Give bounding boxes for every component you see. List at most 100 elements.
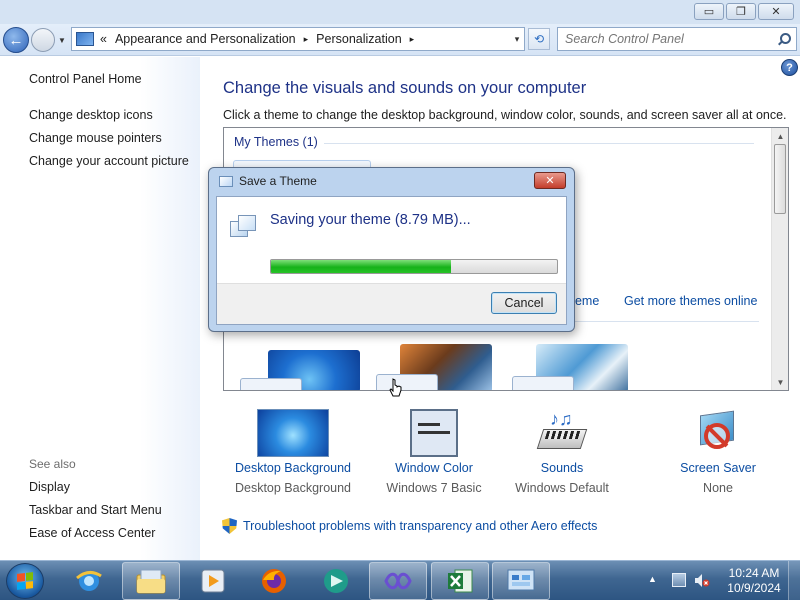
- help-icon[interactable]: ?: [781, 59, 798, 76]
- window-controls: ▭ ❐ ✕: [694, 3, 794, 20]
- start-button[interactable]: [6, 563, 44, 599]
- sidebar-display[interactable]: Display: [29, 480, 70, 494]
- scroll-up-icon[interactable]: ▲: [772, 128, 788, 144]
- breadcrumb-overflow[interactable]: «: [100, 32, 107, 46]
- see-also-heading: See also: [29, 457, 76, 471]
- get-more-themes-link[interactable]: Get more themes online: [624, 294, 757, 308]
- breadcrumb-personalization[interactable]: Personalization: [316, 32, 401, 46]
- theme-item-architecture[interactable]: [376, 344, 492, 390]
- window-color-label[interactable]: Window Color: [369, 461, 499, 475]
- desktop-background-tile[interactable]: Desktop Background Desktop Background: [228, 409, 358, 495]
- windows-logo-icon: [17, 572, 33, 590]
- my-themes-heading: My Themes (1): [234, 135, 318, 149]
- progress-fill: [271, 260, 452, 273]
- screen-saver-tile[interactable]: Screen Saver None: [653, 409, 783, 495]
- close-button[interactable]: ✕: [758, 3, 794, 20]
- window-color-tile[interactable]: Window Color Windows 7 Basic: [369, 409, 499, 495]
- taskbar-firefox[interactable]: [245, 562, 303, 600]
- address-dropdown-icon[interactable]: ▾: [510, 34, 524, 45]
- search-input[interactable]: [565, 32, 765, 46]
- dialog-titlebar: Save a Theme: [219, 174, 317, 188]
- cancel-button[interactable]: Cancel: [491, 292, 557, 314]
- theme-swatch: [376, 374, 438, 390]
- troubleshoot-row[interactable]: Troubleshoot problems with transparency …: [222, 518, 597, 534]
- window-color-value: Windows 7 Basic: [386, 481, 482, 495]
- volume-muted-icon[interactable]: [694, 573, 710, 588]
- clock-date: 10/9/2024: [727, 581, 781, 595]
- search-box[interactable]: [557, 27, 797, 51]
- save-theme-dialog: Save a Theme ✕ Saving your theme (8.79 M…: [208, 167, 575, 332]
- screen-saver-icon: [694, 409, 742, 457]
- breadcrumb-chevron-icon[interactable]: ▸: [410, 34, 415, 45]
- screen-saver-label[interactable]: Screen Saver: [653, 461, 783, 475]
- troubleshoot-aero-link[interactable]: Troubleshoot problems with transparency …: [243, 519, 597, 533]
- firefox-icon: [262, 569, 286, 593]
- sounds-tile[interactable]: ♪♫ Sounds Windows Default: [497, 409, 627, 495]
- internet-explorer-icon: [76, 571, 102, 591]
- save-theme-icon: [230, 213, 260, 239]
- dialog-close-button[interactable]: ✕: [534, 172, 566, 189]
- clock[interactable]: 10:24 AM 10/9/2024: [720, 566, 788, 596]
- theme-item-windows7[interactable]: [240, 350, 360, 390]
- desktop-background-label[interactable]: Desktop Background: [228, 461, 358, 475]
- taskbar-app[interactable]: [307, 562, 365, 600]
- visual-studio-icon: [384, 572, 412, 590]
- minimize-button[interactable]: ▭: [694, 3, 724, 20]
- taskbar-internet-explorer[interactable]: [60, 562, 118, 600]
- taskbar: ▲ 10:24 AM 10/9/2024: [0, 560, 800, 600]
- sidebar-change-account-picture[interactable]: Change your account picture: [29, 154, 189, 168]
- clock-time: 10:24 AM: [728, 566, 780, 580]
- media-player-icon: [201, 569, 225, 593]
- show-hidden-icons-icon[interactable]: ▲: [648, 574, 657, 584]
- desktop-background-value: Desktop Background: [234, 481, 352, 495]
- theme-list-scrollbar[interactable]: ▲ ▼: [771, 128, 788, 390]
- scroll-down-icon[interactable]: ▼: [772, 374, 788, 390]
- system-tray: ▲ 10:24 AM 10/9/2024: [630, 561, 800, 600]
- dialog-title: Save a Theme: [239, 174, 317, 188]
- sidebar-change-desktop-icons[interactable]: Change desktop icons: [29, 108, 153, 122]
- taskbar-excel[interactable]: [431, 562, 489, 600]
- desktop-background-icon: [257, 409, 329, 457]
- theme-window-icon: [219, 175, 233, 187]
- sounds-icon: ♪♫: [536, 409, 588, 457]
- maximize-button[interactable]: ❐: [726, 3, 756, 20]
- taskbar-media-player[interactable]: [184, 562, 242, 600]
- theme-item-nature[interactable]: [512, 344, 628, 390]
- history-dropdown-icon[interactable]: ▼: [58, 36, 66, 45]
- scrollbar-thumb[interactable]: [774, 144, 786, 214]
- dialog-footer: Cancel: [217, 283, 566, 324]
- breadcrumb: « Appearance and Personalization ▸ Perso…: [100, 32, 422, 46]
- mouse-cursor-icon: [389, 378, 402, 397]
- window-titlebar: ▭ ❐ ✕: [0, 0, 800, 24]
- saving-message: Saving your theme (8.79 MB)...: [270, 212, 471, 228]
- window-color-icon: [410, 409, 458, 457]
- sidebar-change-mouse-pointers[interactable]: Change mouse pointers: [29, 131, 162, 145]
- forward-button[interactable]: [31, 28, 55, 52]
- page-description: Click a theme to change the desktop back…: [223, 108, 787, 122]
- app-icon: [324, 569, 348, 593]
- breadcrumb-appearance[interactable]: Appearance and Personalization: [115, 32, 296, 46]
- breadcrumb-chevron-icon[interactable]: ▸: [304, 34, 309, 45]
- sidebar: Control Panel Home Change desktop icons …: [0, 57, 200, 560]
- show-desktop-button[interactable]: [788, 561, 800, 600]
- screen-saver-value: None: [703, 481, 733, 495]
- sounds-label[interactable]: Sounds: [497, 461, 627, 475]
- refresh-button[interactable]: ⟲: [528, 28, 550, 50]
- shield-icon: [222, 518, 237, 534]
- page-title: Change the visuals and sounds on your co…: [223, 79, 587, 97]
- back-button[interactable]: ←: [3, 27, 29, 53]
- sidebar-taskbar-start-menu[interactable]: Taskbar and Start Menu: [29, 503, 162, 517]
- sidebar-control-panel-home[interactable]: Control Panel Home: [29, 72, 142, 86]
- sounds-value: Windows Default: [515, 481, 609, 495]
- navigation-bar: ← ▼ « Appearance and Personalization ▸ P…: [0, 24, 800, 56]
- dialog-body: Saving your theme (8.79 MB)... Cancel: [216, 196, 567, 325]
- taskbar-file-explorer[interactable]: [122, 562, 180, 600]
- file-explorer-icon: [136, 569, 166, 594]
- address-bar[interactable]: « Appearance and Personalization ▸ Perso…: [71, 27, 525, 51]
- network-icon[interactable]: [672, 573, 686, 587]
- group-divider: [324, 143, 754, 144]
- taskbar-control-panel[interactable]: [492, 562, 550, 600]
- search-icon[interactable]: [778, 33, 791, 45]
- taskbar-visual-studio[interactable]: [369, 562, 427, 600]
- sidebar-ease-of-access[interactable]: Ease of Access Center: [29, 526, 155, 540]
